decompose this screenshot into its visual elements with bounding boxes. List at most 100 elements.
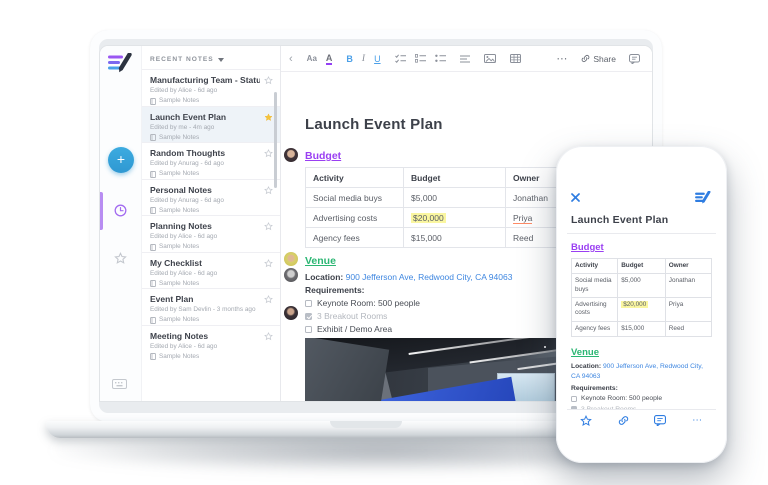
checkbox-unchecked[interactable] (571, 396, 577, 402)
favorites-star-icon[interactable] (114, 252, 127, 265)
list-item-selected[interactable]: Launch Event Plan Edited by me - 4m ago … (142, 106, 280, 143)
font-size-button[interactable]: Aa (307, 54, 317, 63)
comment-icon[interactable] (654, 415, 666, 426)
notebook-icon (150, 171, 156, 178)
table-cell: Advertising costs (572, 297, 618, 321)
note-title: Meeting Notes (150, 331, 260, 341)
requirements-label: Requirements: (305, 285, 365, 295)
table-cell-highlighted: $20,000 (404, 208, 506, 228)
note-doc-title: Launch Event Plan (305, 116, 443, 133)
collaborator-avatar (284, 268, 298, 282)
table-row: Advertising costs $20,000 Priya (572, 297, 712, 321)
active-nav-indicator (100, 192, 103, 230)
checklist-icon[interactable] (395, 54, 406, 63)
align-icon[interactable] (460, 55, 470, 63)
list-item[interactable]: Manufacturing Team - Status Up... Edited… (142, 69, 280, 106)
address-link[interactable]: 900 Jefferson Ave, Redwood City, CA 9406… (346, 272, 513, 282)
link-icon[interactable] (618, 415, 629, 426)
list-item[interactable]: Meeting Notes Edited by Alice - 6d ago S… (142, 325, 280, 362)
more-options-icon[interactable]: ⋯ (692, 415, 703, 426)
recents-clock-icon[interactable] (114, 204, 127, 217)
list-header-label: RECENT NOTES (150, 56, 214, 63)
notebook-logo-icon[interactable] (108, 53, 134, 73)
editor-toolbar: ‹ Aa A B I U (281, 46, 652, 72)
budget-table: Activity Budget Owner Social media buys … (571, 258, 712, 337)
insert-image-icon[interactable] (484, 54, 496, 63)
back-chevron-icon[interactable]: ‹ (289, 53, 293, 65)
star-icon[interactable] (580, 415, 592, 427)
table-row: Social media buys $5,000 Jonathan (572, 274, 712, 298)
table-cell: Reed (665, 321, 711, 336)
table-header-cell: Budget (618, 259, 666, 274)
checkbox-unchecked[interactable] (305, 326, 312, 333)
left-rail: + (100, 46, 142, 401)
share-button[interactable]: Share (581, 54, 616, 64)
star-icon[interactable] (264, 186, 273, 195)
star-icon[interactable] (264, 295, 273, 304)
bold-button[interactable]: B (346, 54, 353, 64)
collaborator-avatar (284, 252, 298, 266)
budget-heading-link[interactable]: Budget (305, 150, 341, 162)
phone-header (567, 187, 716, 207)
checkbox-unchecked[interactable] (305, 300, 312, 307)
note-meta: Edited by me - 4m ago (150, 124, 260, 132)
note-notebook: Sample Notes (159, 316, 199, 324)
list-item[interactable]: Event Plan Edited by Sam Devlin - 3 mont… (142, 288, 280, 325)
star-icon[interactable] (264, 76, 273, 85)
note-meta: Edited by Sam Devlin - 3 months ago (150, 306, 260, 314)
insert-table-icon[interactable] (510, 54, 521, 63)
underline-button[interactable]: U (374, 54, 381, 64)
phone-note-body: Budget Activity Budget Owner Social medi… (567, 242, 716, 423)
checkbox-checked[interactable] (305, 313, 312, 320)
budget-heading-link[interactable]: Budget (571, 242, 712, 253)
checklist-label: Exhibit / Demo Area (317, 324, 392, 334)
table-header-cell: Activity (306, 168, 404, 188)
notebook-icon (150, 280, 156, 287)
close-icon[interactable] (571, 193, 580, 202)
star-icon[interactable] (264, 332, 273, 341)
notebook-icon (150, 244, 156, 251)
notebook-icon (150, 353, 156, 360)
list-item[interactable]: My Checklist Edited by Alice - 6d ago Sa… (142, 252, 280, 289)
list-item[interactable]: Personal Notes Edited by Anurag - 6d ago… (142, 179, 280, 216)
star-icon[interactable] (264, 222, 273, 231)
note-title: Launch Event Plan (150, 112, 260, 122)
more-options-icon[interactable]: ⋯ (556, 52, 568, 65)
list-header[interactable]: RECENT NOTES (142, 46, 280, 69)
checklist-item: Exhibit / Demo Area (305, 324, 392, 334)
keyboard-icon[interactable] (112, 379, 127, 389)
list-scrollbar[interactable] (274, 92, 277, 188)
table-cell-highlighted: $20,000 (618, 297, 666, 321)
star-icon-filled[interactable] (264, 113, 273, 122)
location-label: Location: (571, 363, 601, 370)
checklist-item: Keynote Room: 500 people (305, 298, 420, 308)
list-item[interactable]: Planning Notes Edited by Alice - 6d ago … (142, 215, 280, 252)
font-color-button[interactable]: A (326, 53, 333, 65)
table-header-cell: Budget (404, 168, 506, 188)
notebook-icon (150, 98, 156, 105)
venue-heading-link[interactable]: Venue (571, 347, 712, 358)
table-cell: $15,000 (404, 228, 506, 248)
notebook-icon (150, 317, 156, 324)
star-icon[interactable] (264, 259, 273, 268)
notebook-icon (150, 134, 156, 141)
checklist-item: 3 Breakout Rooms (305, 311, 387, 321)
comment-icon[interactable] (629, 54, 640, 64)
note-notebook: Sample Notes (159, 243, 199, 251)
table-cell: $15,000 (618, 321, 666, 336)
table-cell: Agency fees (572, 321, 618, 336)
note-notebook: Sample Notes (159, 134, 199, 142)
list-item[interactable]: Random Thoughts Edited by Anurag - 6d ag… (142, 142, 280, 179)
new-note-button[interactable]: + (108, 147, 134, 173)
note-title: Personal Notes (150, 185, 260, 195)
bulleted-list-icon[interactable] (435, 54, 446, 63)
table-cell: Jonathan (665, 274, 711, 298)
star-icon[interactable] (264, 149, 273, 158)
note-title: My Checklist (150, 258, 260, 268)
notes-list: RECENT NOTES Manufacturing Team - Status… (142, 46, 281, 401)
numbered-list-icon[interactable] (415, 54, 426, 63)
location-label: Location: (305, 272, 343, 282)
collaborator-avatar (284, 306, 298, 320)
venue-heading-link[interactable]: Venue (305, 255, 336, 267)
italic-button[interactable]: I (362, 54, 365, 64)
